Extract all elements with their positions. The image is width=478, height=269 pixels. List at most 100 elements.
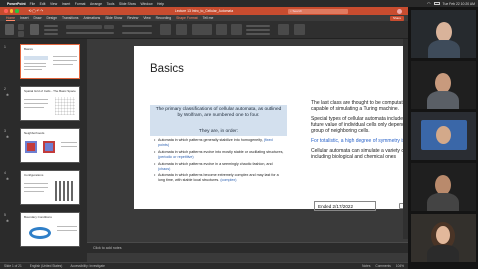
thumb-line <box>24 99 48 101</box>
tab-review[interactable]: Review <box>127 16 138 20</box>
zoom-level[interactable]: 104% <box>396 264 404 268</box>
participant-video-5[interactable] <box>411 214 476 262</box>
thumbnail-slide-5[interactable]: Boundary Conditions <box>20 212 80 247</box>
class-bullet-list[interactable]: Automata in which patterns generally sta… <box>154 138 284 185</box>
menu-clock[interactable]: Tue Feb 22 10:20 AM <box>443 2 475 6</box>
menu-arrange[interactable]: Arrange <box>90 2 102 6</box>
participant-video-2[interactable] <box>411 61 476 109</box>
dictate-button[interactable] <box>278 24 289 35</box>
thumb-line <box>24 183 48 185</box>
participant-face <box>436 226 450 244</box>
menu-tools[interactable]: Tools <box>107 2 115 6</box>
slide-thumbnails-pane: 1 Basics 2 ✱ Spatial Grid of Cells - The… <box>0 39 87 262</box>
notes-pane[interactable]: Click to add notes <box>87 242 408 253</box>
shapes-gallery[interactable] <box>192 24 212 35</box>
arrange-button[interactable] <box>216 24 227 35</box>
slide-editor: Basics The primary classifications of ce… <box>87 39 458 262</box>
tab-animations[interactable]: Animations <box>83 16 100 20</box>
participant-body <box>427 91 459 109</box>
thumb-star-icon: ✱ <box>6 177 9 181</box>
thumbnail-slide-3[interactable]: Neighborhoods <box>20 128 80 163</box>
shape-fill-button[interactable] <box>246 25 270 27</box>
participant-video-panel <box>408 7 478 269</box>
menu-format[interactable]: Format <box>75 2 86 6</box>
align-buttons[interactable] <box>122 32 152 34</box>
picture-button[interactable] <box>176 24 187 35</box>
menu-slide-show[interactable]: Slide Show <box>119 2 136 6</box>
font-style-buttons[interactable] <box>66 32 114 34</box>
menu-insert[interactable]: Insert <box>62 2 70 6</box>
thumbnail-slide-1[interactable]: Basics <box>20 44 80 79</box>
battery-icon[interactable] <box>433 2 440 5</box>
search-input[interactable]: ⌕ Search <box>288 8 348 14</box>
accessibility-status[interactable]: Accessibility: Investigate <box>70 264 105 268</box>
convert-smartart-button[interactable] <box>160 24 171 35</box>
thumb-neighborhood-b <box>43 141 55 153</box>
thumb-title: Basics <box>24 47 33 51</box>
thumb-pattern <box>55 181 73 201</box>
designer-button[interactable] <box>294 24 305 35</box>
menu-file[interactable]: File <box>30 2 35 6</box>
shape-outline-button[interactable] <box>246 29 270 31</box>
tab-recording[interactable]: Recording <box>156 16 171 20</box>
mac-menu-bar: PowerPoint File Edit View Insert Format … <box>0 0 478 7</box>
slide-counter: Slide 1 of 21 <box>4 264 22 268</box>
tab-slide-show[interactable]: Slide Show <box>105 16 122 20</box>
bullet-tag: (complex) <box>220 178 237 183</box>
tab-view[interactable]: View <box>143 16 150 20</box>
paste-button[interactable] <box>5 24 14 35</box>
share-button[interactable]: Share <box>389 15 404 21</box>
thumb-title: Boundary Conditions <box>24 215 52 219</box>
menu-app-name[interactable]: PowerPoint <box>7 2 26 6</box>
thumbnail-slide-4[interactable]: Configurations <box>20 170 80 205</box>
thumb-title: Neighborhoods <box>24 131 45 135</box>
copy-icon[interactable] <box>18 31 24 37</box>
bullet-tag: (chaos) <box>158 166 171 171</box>
quick-styles-button[interactable] <box>231 24 242 35</box>
bullet-text: Automata in which patterns generally sta… <box>158 138 264 142</box>
tab-home[interactable]: Home <box>6 16 16 21</box>
wifi-icon[interactable]: ◠ <box>427 1 431 6</box>
menu-help[interactable]: Help <box>157 2 164 6</box>
participant-video-4[interactable] <box>411 163 476 211</box>
tab-shape-format[interactable]: Shape Format <box>176 16 198 20</box>
participant-face <box>436 126 451 144</box>
order-box[interactable]: They are, in order: <box>150 127 287 136</box>
thumb-line <box>24 187 48 189</box>
comments-toggle-button[interactable]: Comments <box>375 264 390 268</box>
cut-icon[interactable] <box>18 24 24 30</box>
thumb-line <box>61 142 77 144</box>
notes-toggle-button[interactable]: Notes <box>362 264 370 268</box>
menu-view[interactable]: View <box>50 2 57 6</box>
tab-draw[interactable]: Draw <box>34 16 42 20</box>
tab-transitions[interactable]: Transitions <box>62 16 78 20</box>
section-button[interactable] <box>44 33 58 35</box>
tab-design[interactable]: Design <box>46 16 57 20</box>
thumb-line <box>24 107 44 109</box>
thumb-star-icon: ✱ <box>6 219 9 223</box>
menu-edit[interactable]: Edit <box>40 2 46 6</box>
language-status[interactable]: English (United States) <box>30 264 63 268</box>
shape-effects-button[interactable] <box>246 33 270 35</box>
participant-video-1[interactable] <box>411 10 476 58</box>
layout-button[interactable] <box>44 25 58 27</box>
ended-date-textbox[interactable]: Ended 2/17/2022 <box>314 201 376 211</box>
thumb-torus <box>29 227 51 239</box>
tab-tell-me[interactable]: Tell me <box>203 16 214 20</box>
thumbnail-slide-2[interactable]: Spatial Grid of Cells - The Basic Space <box>20 86 80 121</box>
thumb-line <box>24 191 44 193</box>
list-buttons[interactable] <box>122 25 152 27</box>
slide-title[interactable]: Basics <box>150 63 184 75</box>
participant-video-3[interactable] <box>411 112 476 160</box>
thumb-number: 1 <box>4 45 6 49</box>
tab-insert[interactable]: Insert <box>20 16 28 20</box>
thumb-title: Configurations <box>24 173 44 177</box>
bullet-tag: (periodic or repetitive) <box>158 154 194 159</box>
reset-button[interactable] <box>44 29 58 31</box>
new-slide-button[interactable] <box>30 24 39 35</box>
thumb-line <box>53 60 77 62</box>
account-icon[interactable] <box>397 8 402 14</box>
font-size-select[interactable] <box>104 25 114 29</box>
font-family-select[interactable] <box>66 25 102 29</box>
menu-window[interactable]: Window <box>140 2 152 6</box>
